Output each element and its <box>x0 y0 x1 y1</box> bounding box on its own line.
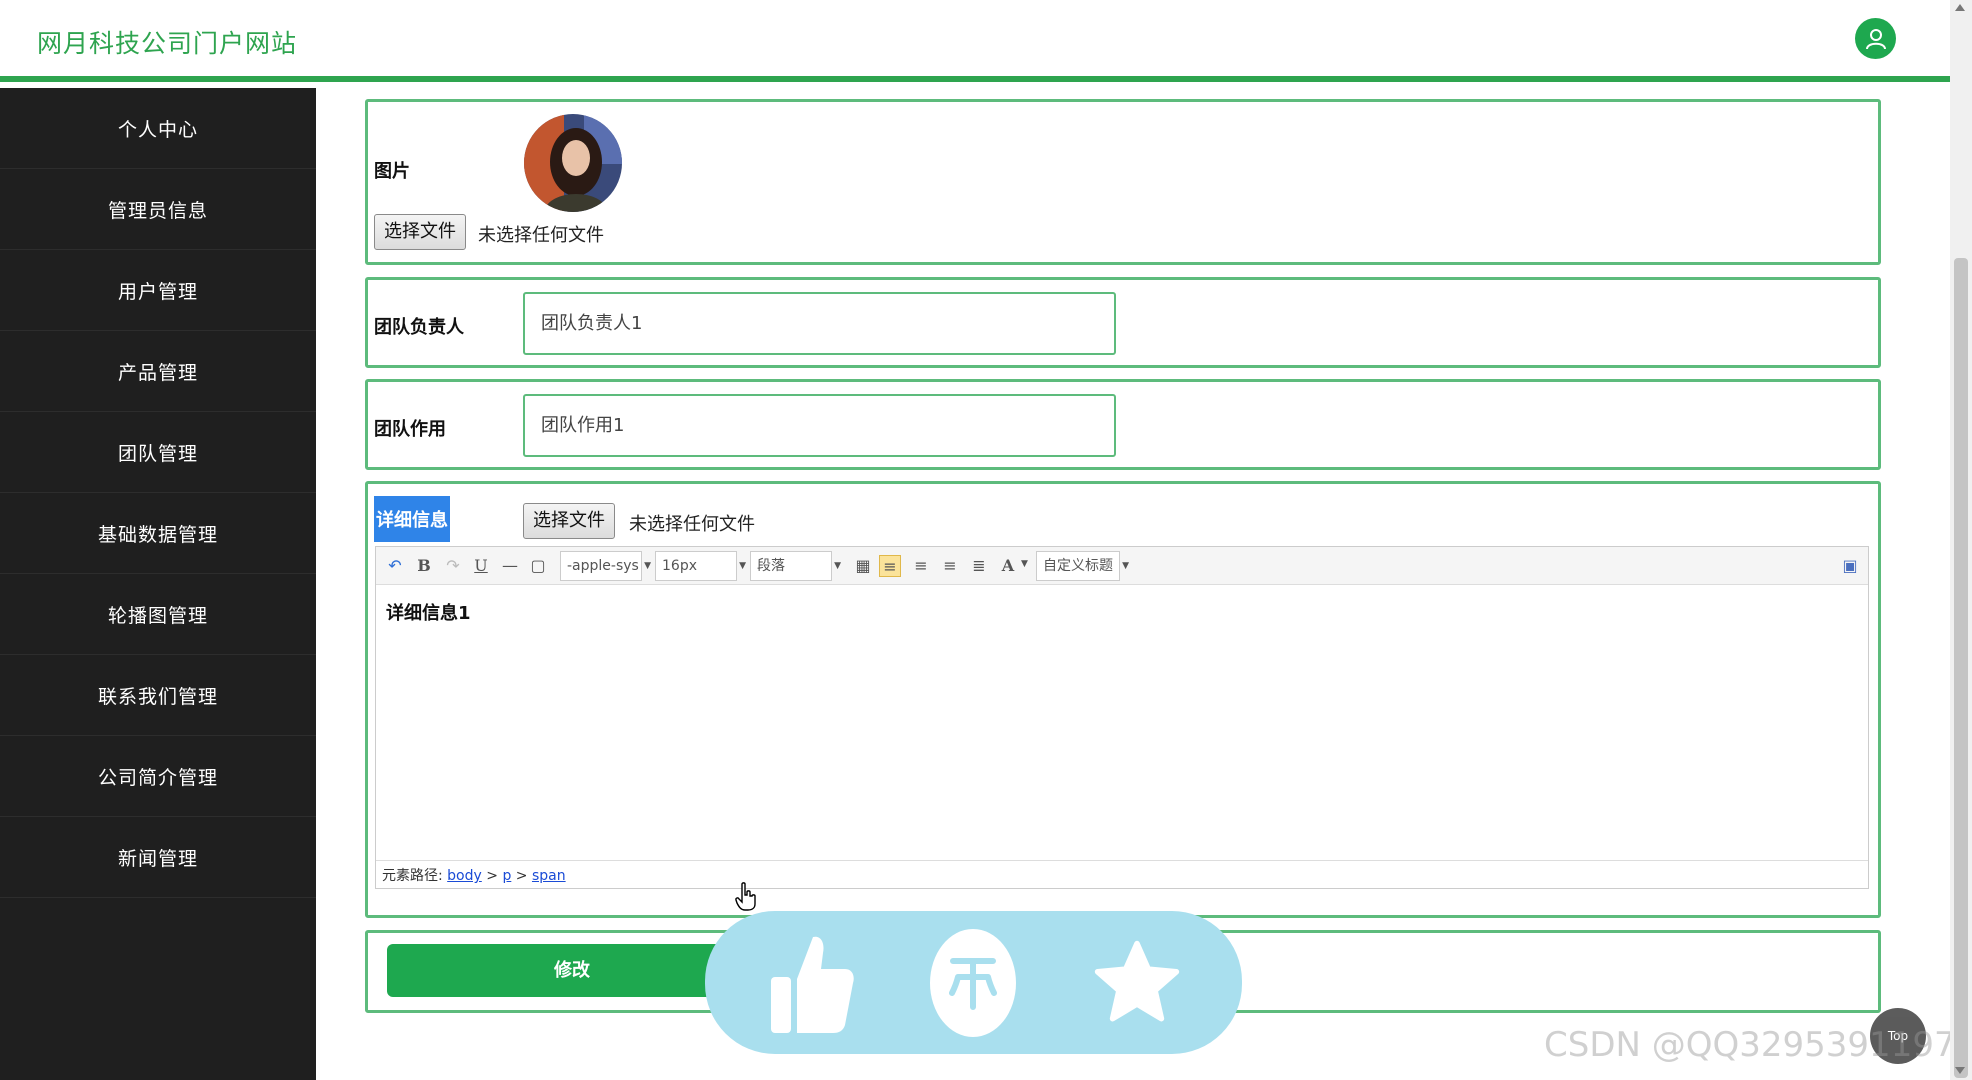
underline-icon[interactable]: U <box>470 555 492 577</box>
sidebar-menu: 个人中心 管理员信息 用户管理 产品管理 团队管理 基础数据管理 轮播图管理 联… <box>0 88 316 1080</box>
detail-choose-file-button[interactable]: 选择文件 <box>523 503 615 539</box>
sidebar-item-admin-info[interactable]: 管理员信息 <box>0 169 316 250</box>
image-file-status: 未选择任何文件 <box>478 225 604 246</box>
align-center-icon[interactable]: ≡ <box>910 555 932 577</box>
redo-icon[interactable]: ↷ <box>442 555 464 577</box>
font-color-dropdown-icon[interactable]: ▼ <box>1021 559 1028 569</box>
scroll-up-icon[interactable] <box>1955 4 1965 11</box>
bold-icon[interactable]: B <box>413 555 435 577</box>
floating-action-widget <box>705 911 1242 1054</box>
font-color-icon[interactable]: A <box>997 555 1019 577</box>
user-icon <box>1865 28 1886 49</box>
site-title: 网月科技公司门户网站 <box>37 29 298 58</box>
undo-icon[interactable]: ↶ <box>384 555 406 577</box>
path-body-link[interactable]: body <box>447 868 482 884</box>
team-leader-input[interactable]: 团队负责人1 <box>523 292 1116 355</box>
custom-title-select[interactable]: 自定义标题 ▼ <box>1036 551 1129 581</box>
sidebar-item-contact-management[interactable]: 联系我们管理 <box>0 655 316 736</box>
hand-cursor-icon <box>735 882 757 916</box>
editor-content[interactable]: 详细信息1 <box>376 585 1868 863</box>
align-justify-icon[interactable]: ≣ <box>968 555 990 577</box>
team-purpose-input[interactable]: 团队作用1 <box>523 394 1116 457</box>
team-leader-label: 团队负责人 <box>374 317 464 338</box>
team-photo <box>524 114 622 212</box>
sidebar-item-company-intro-management[interactable]: 公司简介管理 <box>0 736 316 817</box>
align-left-icon[interactable]: ≡ <box>879 555 901 577</box>
paste-icon[interactable]: ▢ <box>527 555 549 577</box>
font-family-select[interactable]: -apple-sys ▼ <box>560 551 651 581</box>
path-p-link[interactable]: p <box>502 868 511 884</box>
sidebar-item-base-data-management[interactable]: 基础数据管理 <box>0 493 316 574</box>
table-icon[interactable]: ▦ <box>852 555 874 577</box>
horizontal-rule-icon[interactable]: — <box>499 555 521 577</box>
path-span-link[interactable]: span <box>532 868 566 884</box>
scroll-thumb[interactable] <box>1954 258 1968 1078</box>
page-scrollbar[interactable] <box>1950 0 1972 1080</box>
modify-button[interactable]: 修改 <box>387 944 757 997</box>
editor-toolbar: ↶ B ↷ U — ▢ -apple-sys ▼ 16px ▼ 段落 ▼ ▦ ≡ ≡ … <box>376 547 1868 585</box>
team-purpose-section: 团队作用 团队作用1 <box>365 379 1881 470</box>
sidebar-item-product-management[interactable]: 产品管理 <box>0 331 316 412</box>
detail-section: 详细信息 选择文件 未选择任何文件 ↶ B ↷ U — ▢ -apple-sys… <box>365 481 1881 918</box>
scroll-down-icon[interactable] <box>1955 1067 1965 1074</box>
image-field-section: 图片 选择文件 未选择任何文件 <box>365 99 1881 265</box>
font-size-select[interactable]: 16px ▼ <box>655 551 746 581</box>
align-right-icon[interactable]: ≡ <box>939 555 961 577</box>
sidebar-item-user-management[interactable]: 用户管理 <box>0 250 316 331</box>
top-header: 网月科技公司门户网站 <box>0 0 1950 82</box>
sidebar-item-news-management[interactable]: 新闻管理 <box>0 817 316 898</box>
fullscreen-icon[interactable]: ▣ <box>1839 555 1861 577</box>
star-icon[interactable] <box>1085 931 1189 1035</box>
sidebar-item-team-management[interactable]: 团队管理 <box>0 412 316 493</box>
detail-file-status: 未选择任何文件 <box>629 514 755 535</box>
element-path-bar: 元素路径: body > p > span <box>376 860 1868 888</box>
image-choose-file-button[interactable]: 选择文件 <box>374 214 466 250</box>
watermark: CSDN @QQ3295391197 <box>1544 1025 1956 1065</box>
element-path-label: 元素路径: <box>382 868 443 884</box>
image-label: 图片 <box>374 161 410 182</box>
sidebar-item-carousel-management[interactable]: 轮播图管理 <box>0 574 316 655</box>
rich-text-editor: ↶ B ↷ U — ▢ -apple-sys ▼ 16px ▼ 段落 ▼ ▦ ≡ ≡ … <box>375 546 1869 889</box>
like-icon[interactable] <box>760 931 864 1035</box>
team-purpose-label: 团队作用 <box>374 419 446 440</box>
sidebar-item-personal-center[interactable]: 个人中心 <box>0 88 316 169</box>
paragraph-select[interactable]: 段落 ▼ <box>750 551 841 581</box>
detail-label: 详细信息 <box>374 496 450 542</box>
team-leader-section: 团队负责人 团队负责人1 <box>365 277 1881 368</box>
coin-icon[interactable] <box>930 929 1016 1037</box>
user-avatar-button[interactable] <box>1855 18 1896 59</box>
